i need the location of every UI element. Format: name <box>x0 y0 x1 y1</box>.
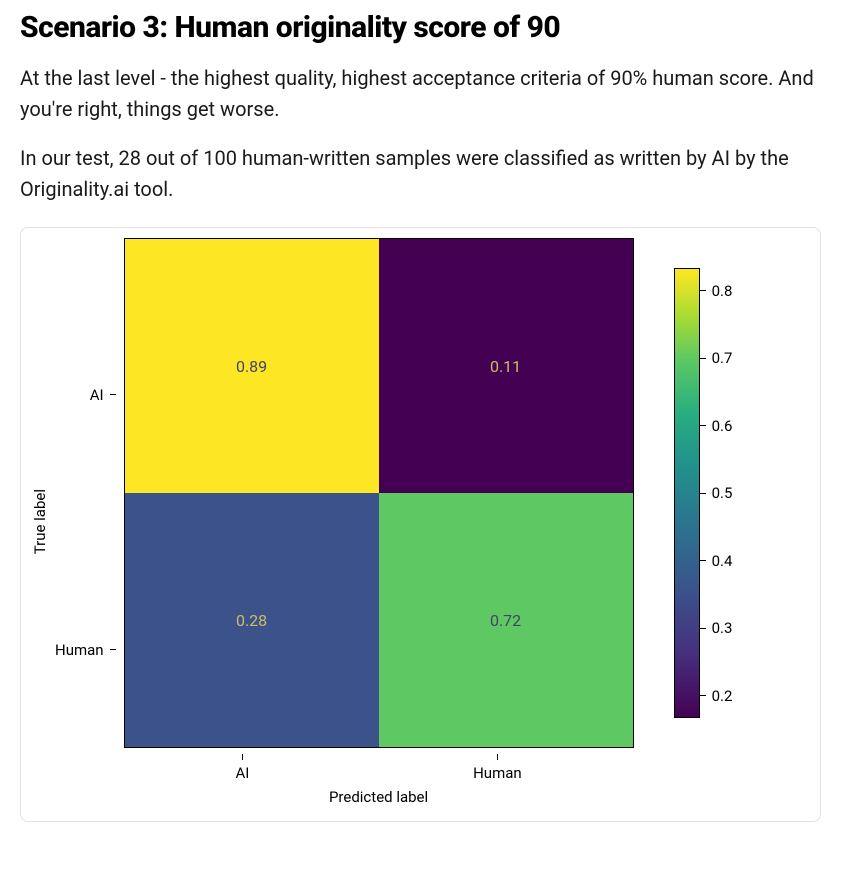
colorbar-ticks: 0.8 0.7 0.6 0.5 0.4 0.3 0.2 <box>700 268 750 718</box>
paragraph-1: At the last level - the highest quality,… <box>20 63 821 125</box>
y-axis: True label AI Human <box>31 238 124 806</box>
colorbar-gradient <box>674 268 700 718</box>
y-axis-label: True label <box>31 489 49 554</box>
colorbar-tick-02: 0.2 <box>700 687 733 705</box>
x-tick-human: Human <box>473 754 522 782</box>
cell-ai-human: 0.11 <box>379 239 633 493</box>
cell-human-ai: 0.28 <box>125 493 379 747</box>
colorbar-tick-03: 0.3 <box>700 619 733 637</box>
colorbar-tick-08: 0.8 <box>700 282 733 300</box>
colorbar-tick-04: 0.4 <box>700 552 733 570</box>
y-tick-human: Human <box>55 641 116 659</box>
x-axis-label: Predicted label <box>124 788 634 806</box>
paragraph-2: In our test, 28 out of 100 human-written… <box>20 143 821 205</box>
colorbar-tick-05: 0.5 <box>700 484 733 502</box>
cell-human-human: 0.72 <box>379 493 633 747</box>
cell-ai-ai: 0.89 <box>125 239 379 493</box>
x-ticks: AI Human <box>124 754 634 782</box>
colorbar: 0.8 0.7 0.6 0.5 0.4 0.3 0.2 <box>674 238 750 748</box>
section-heading: Scenario 3: Human originality score of 9… <box>20 10 821 45</box>
colorbar-tick-07: 0.7 <box>700 349 733 367</box>
colorbar-tick-06: 0.6 <box>700 417 733 435</box>
y-tick-ai: AI <box>90 386 116 404</box>
confusion-matrix-chart: True label AI Human 0.89 0.11 0.28 0.72 … <box>20 227 821 822</box>
x-tick-ai: AI <box>235 754 249 782</box>
heatmap-grid: 0.89 0.11 0.28 0.72 AI Human Predicted l… <box>124 238 634 806</box>
